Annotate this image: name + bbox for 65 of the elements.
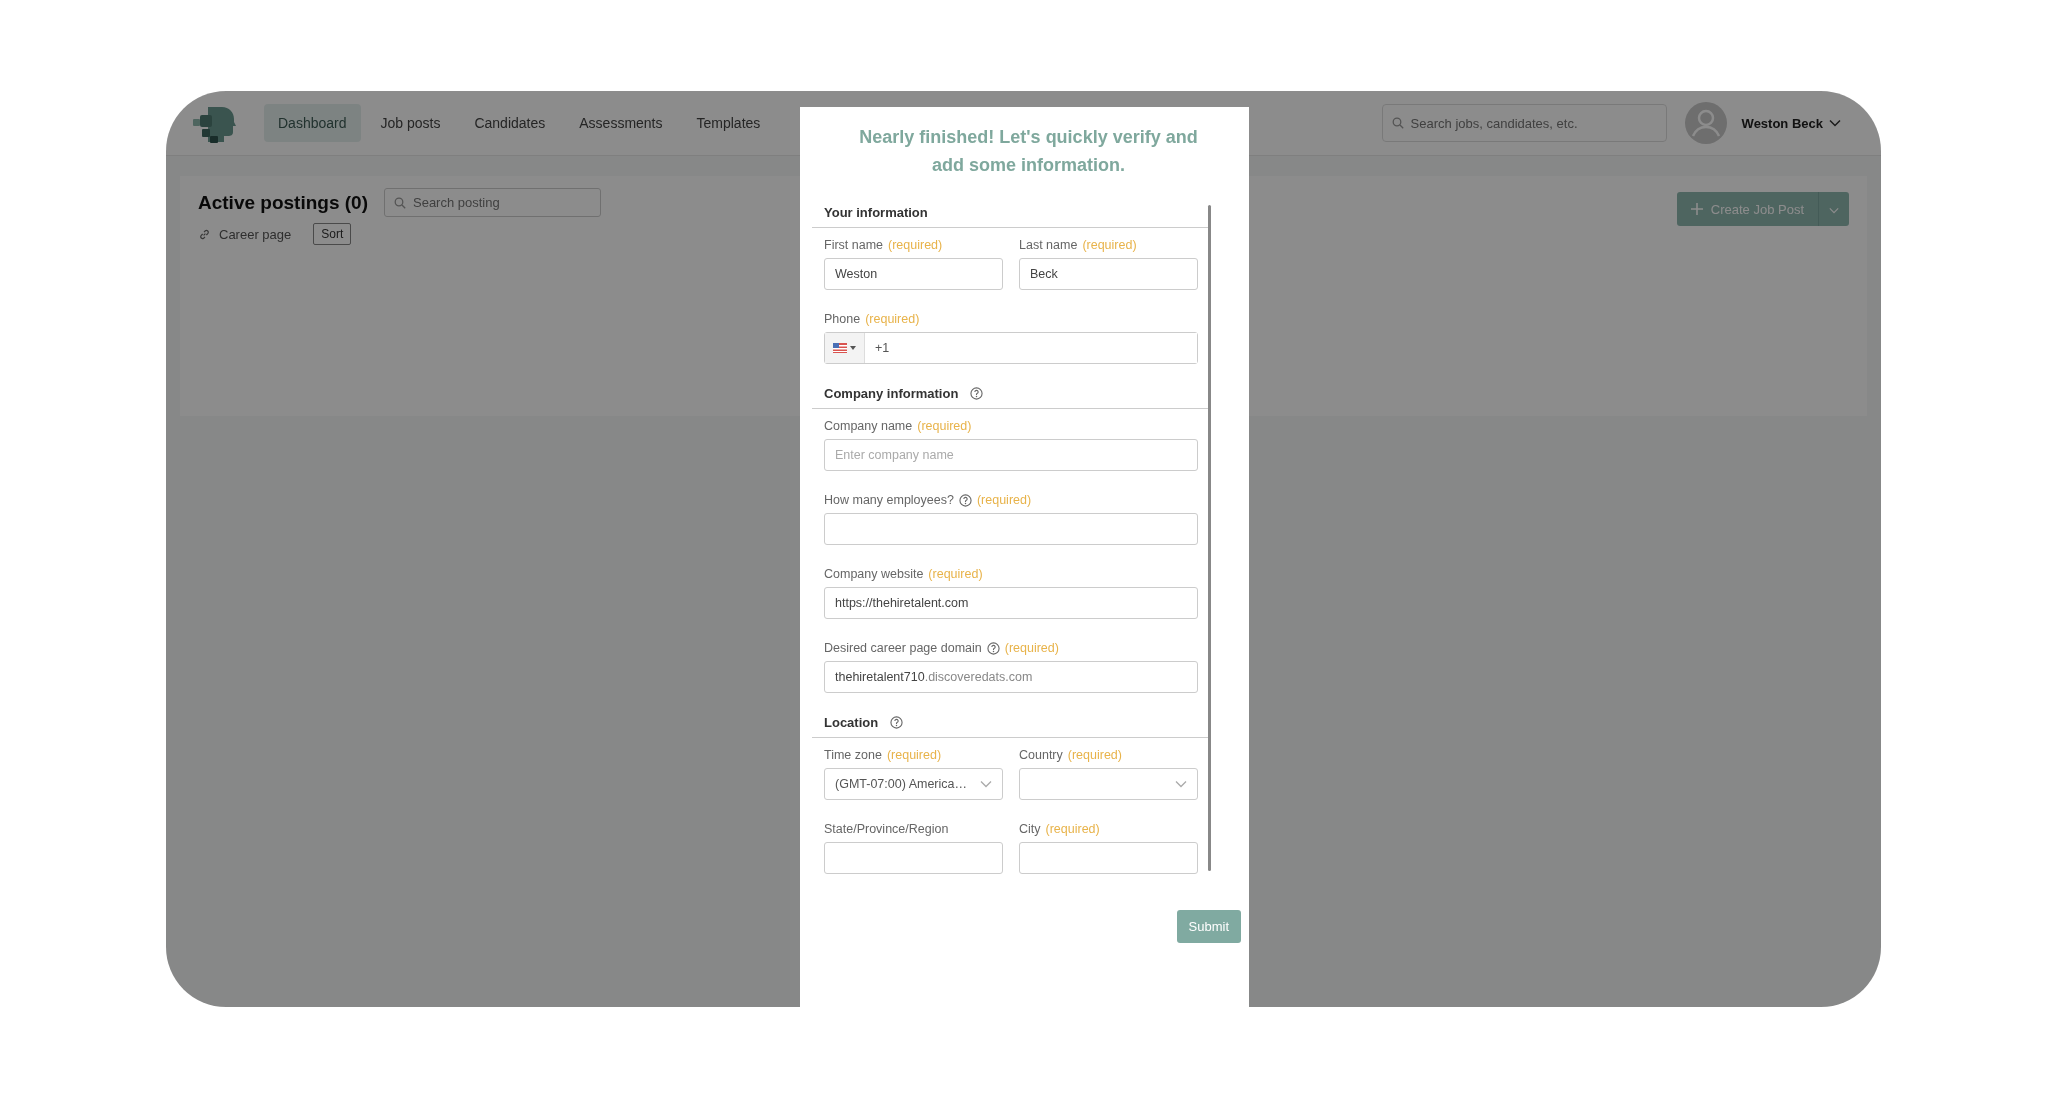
- sort-button[interactable]: Sort: [313, 223, 352, 245]
- help-icon[interactable]: [986, 641, 1000, 655]
- help-icon[interactable]: [958, 493, 972, 507]
- field-label: Last name: [1019, 238, 1078, 252]
- help-icon[interactable]: [970, 387, 984, 400]
- chevron-down-icon: [1829, 206, 1839, 214]
- chevron-down-icon: [1829, 119, 1841, 127]
- page-title: Active postings (0): [198, 191, 368, 214]
- required-note: (required): [1067, 748, 1122, 762]
- field-label: Desired career page domain: [824, 641, 982, 655]
- nav-tab[interactable]: Job posts: [366, 104, 455, 142]
- user-menu[interactable]: Weston Beck: [1741, 115, 1841, 131]
- nav-tab[interactable]: Templates: [682, 104, 775, 142]
- avatar-icon[interactable]: [1684, 102, 1727, 144]
- flag-icon: [833, 343, 847, 353]
- caret-icon: [850, 346, 856, 350]
- search-field[interactable]: Search jobs, candidates, etc.: [1381, 104, 1667, 142]
- input-field[interactable]: [1019, 842, 1198, 874]
- field-label: Country: [1019, 748, 1063, 762]
- phone-field[interactable]: +1: [824, 332, 1198, 364]
- chevron-down-icon: [980, 780, 992, 788]
- domain-field[interactable]: thehiretalent710.discoveredats.com: [824, 661, 1198, 693]
- nav-tab[interactable]: Assessments: [565, 104, 677, 142]
- nav-tab[interactable]: Candidates: [460, 104, 560, 142]
- dropdown-button[interactable]: [1818, 192, 1849, 226]
- input-field[interactable]: Enter company name: [824, 439, 1198, 471]
- field-label: How many employees?: [824, 493, 954, 507]
- required-note: (required): [917, 419, 972, 433]
- modal-heading: Nearly finished! Let's quickly verify and add some information.: [858, 126, 1199, 177]
- required-note: (required): [888, 238, 943, 252]
- chevron-down-icon: [1175, 780, 1187, 788]
- field-label: State/Province/Region: [824, 822, 949, 836]
- search-icon: [1391, 117, 1404, 129]
- field-label: Company name: [824, 419, 913, 433]
- input-field[interactable]: Weston: [824, 258, 1003, 290]
- required-note: (required): [1082, 238, 1137, 252]
- career-page-link[interactable]: Career page: [219, 226, 292, 242]
- section-title: Your information: [824, 205, 928, 220]
- required-note: (required): [886, 748, 942, 762]
- field-label: Time zone: [824, 748, 882, 762]
- nav-tab[interactable]: Dashboard: [264, 104, 361, 142]
- required-note: (required): [1004, 641, 1059, 655]
- required-note: (required): [1045, 822, 1100, 836]
- field-label: City: [1019, 822, 1041, 836]
- section-title: Company information: [824, 386, 959, 401]
- section-title: Location: [824, 715, 879, 730]
- field-label: Phone: [824, 312, 861, 326]
- search-icon: [394, 196, 406, 209]
- select-field[interactable]: (GMT-07:00) America…: [824, 768, 1003, 800]
- required-note: (required): [976, 493, 1032, 507]
- field-label: First name: [824, 238, 884, 252]
- scrollbar-thumb[interactable]: [1208, 205, 1211, 871]
- field-label: Company website: [824, 567, 924, 581]
- input-field[interactable]: [824, 513, 1198, 545]
- help-icon[interactable]: [890, 716, 904, 729]
- input-field[interactable]: [824, 842, 1003, 874]
- input-field[interactable]: Beck: [1019, 258, 1198, 290]
- select-field[interactable]: [1019, 768, 1198, 800]
- plus-icon: [1690, 203, 1703, 215]
- country-code-dropdown[interactable]: [825, 333, 865, 363]
- input-field[interactable]: https://thehiretalent.com: [824, 587, 1198, 619]
- search-field[interactable]: Search posting: [384, 188, 601, 217]
- required-note: (required): [928, 567, 983, 581]
- required-note: (required): [865, 312, 920, 326]
- link-icon: [198, 227, 211, 241]
